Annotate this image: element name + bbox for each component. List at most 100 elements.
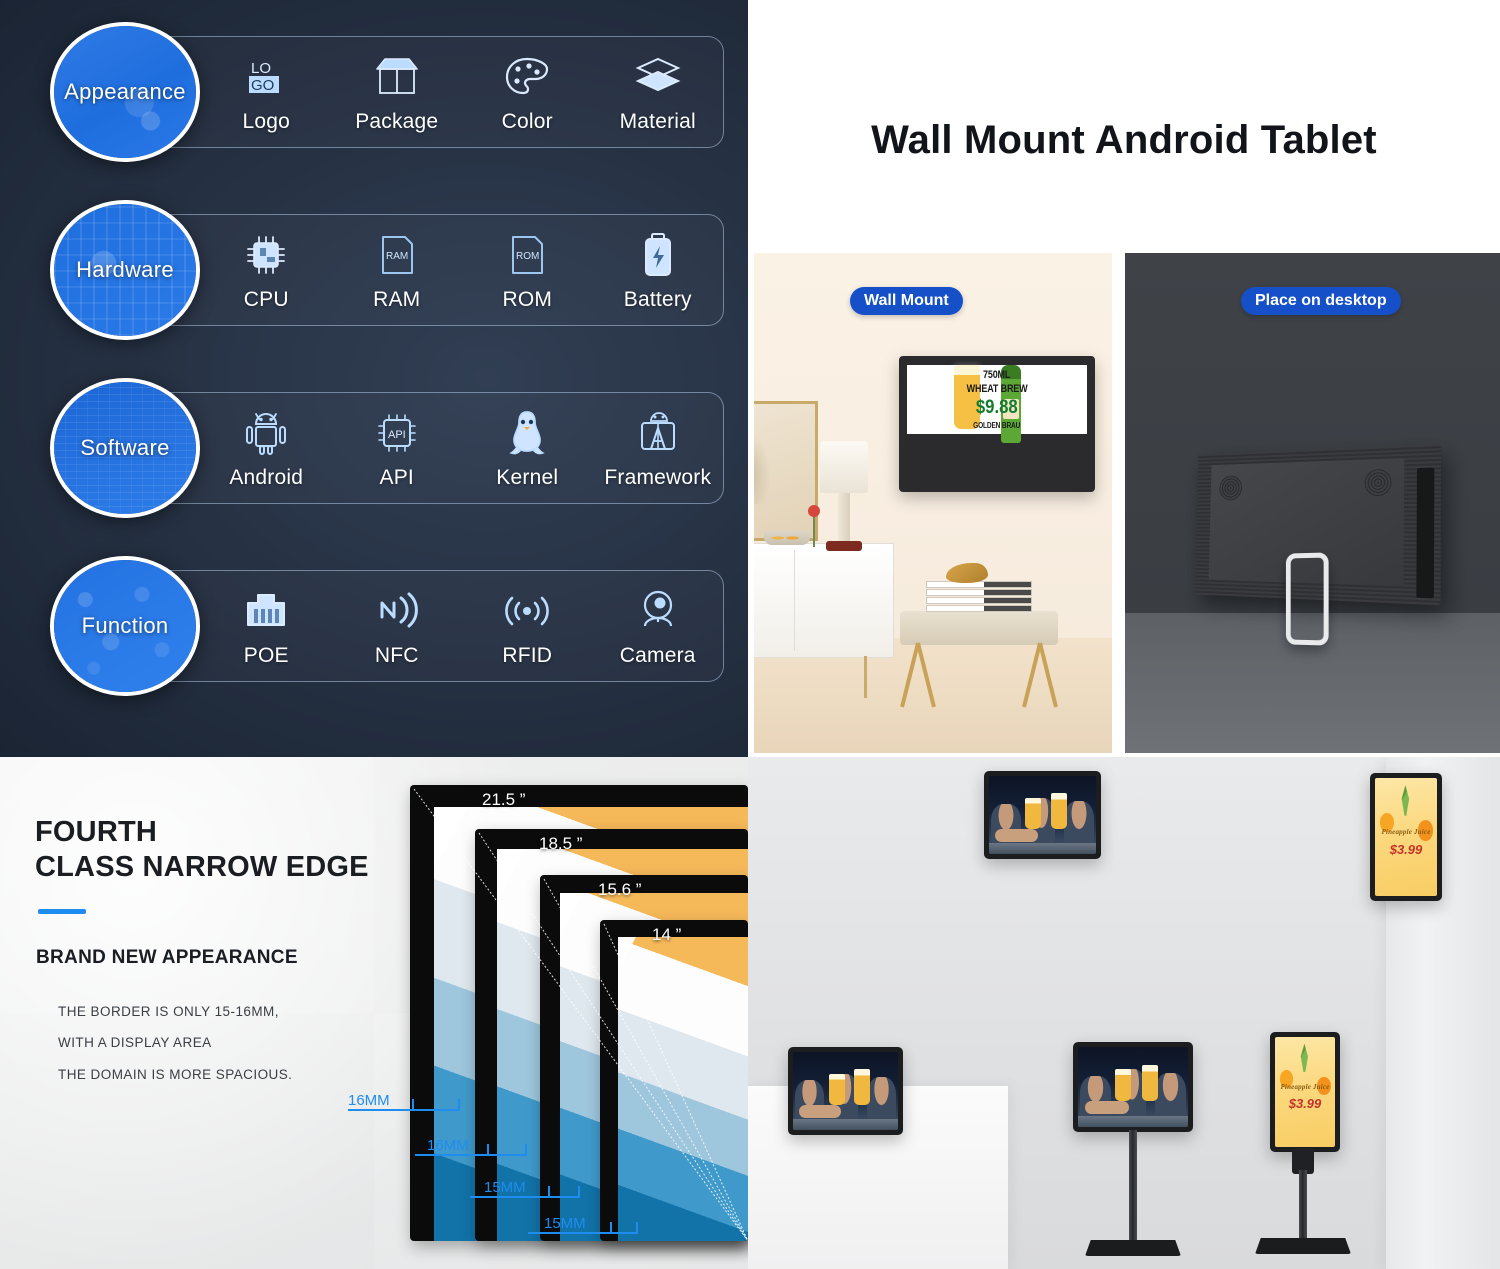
photo-wall-mount-scene: 750ML WHEAT BREW $9.88 GOLDEN BRAU Wall …: [754, 253, 1112, 753]
bar-scene-content: [1078, 1047, 1188, 1127]
stand-pole: [1129, 1130, 1137, 1242]
feature-item-rfid[interactable]: RFID: [462, 585, 593, 668]
svg-text:ROM: ROM: [516, 251, 539, 262]
beer-glass: [1115, 1069, 1132, 1102]
installation-scenes-panel: Pineapple Juice $3.99 Pineapple Juice $3…: [748, 757, 1500, 1269]
tablet-screen: [1078, 1047, 1188, 1127]
ad-product: WHEAT BREW: [966, 383, 1028, 395]
package-icon: [373, 51, 421, 103]
stand-tablet-portrait[interactable]: Pineapple Juice $3.99: [1270, 1032, 1340, 1152]
feature-item-material[interactable]: Material: [593, 51, 724, 134]
category-badge-software[interactable]: Software: [50, 378, 200, 518]
stand-pole: [1299, 1170, 1307, 1240]
feature-pill: Android API API Kernel Framework: [144, 392, 724, 504]
callout-rule: [470, 1196, 580, 1198]
svg-text:API: API: [388, 429, 406, 441]
callout-tick-start: [487, 1144, 489, 1156]
bar-counter: [1078, 1115, 1188, 1127]
feature-item-framework[interactable]: Framework: [593, 407, 724, 490]
juice-ad-title: Pineapple Juice: [1381, 827, 1431, 836]
feature-item-color[interactable]: Color: [462, 51, 593, 134]
bezel-body-line: THE DOMAIN IS MORE SPACIOUS.: [58, 1067, 293, 1082]
flower-vase: [806, 505, 824, 547]
category-label: Hardware: [76, 257, 174, 282]
badge-place-on-desktop: Place on desktop: [1241, 287, 1401, 315]
feature-label: Framework: [604, 465, 712, 489]
feature-item-poe[interactable]: POE: [201, 585, 332, 668]
photo-desktop-scene: Place on desktop: [1125, 253, 1500, 753]
rom-card-icon: ROM: [505, 229, 549, 281]
svg-text:LO: LO: [251, 60, 271, 77]
feature-label: ROM: [502, 287, 553, 311]
category-badge-function[interactable]: Function: [50, 556, 200, 696]
desktop-kickstand: [1285, 552, 1329, 646]
wall-mounted-tablet[interactable]: 750ML WHEAT BREW $9.88 GOLDEN BRAU: [899, 356, 1095, 492]
feature-item-ram[interactable]: RAM RAM: [332, 229, 463, 312]
wall-tablet-portrait[interactable]: Pineapple Juice $3.99: [1370, 773, 1442, 901]
lamp-shade: [820, 441, 868, 493]
tablet-screen: 750ML WHEAT BREW $9.88 GOLDEN BRAU: [907, 365, 1087, 443]
feature-item-logo[interactable]: LO GO Logo: [201, 51, 332, 134]
feature-label: Material: [619, 109, 696, 133]
feature-item-rom[interactable]: ROM ROM: [462, 229, 593, 312]
feature-item-android[interactable]: Android: [201, 407, 332, 490]
feature-item-camera[interactable]: Camera: [593, 585, 724, 668]
feature-item-cpu[interactable]: CPU: [201, 229, 332, 312]
bar-counter: [793, 1119, 898, 1130]
feature-label: Kernel: [496, 465, 559, 489]
diagonal-guide: [600, 920, 748, 1241]
feature-label: Color: [501, 109, 553, 133]
wall-tablet-landscape[interactable]: [984, 771, 1101, 859]
juice-ad-title: Pineapple Juice: [1280, 1083, 1330, 1092]
bezel-callout-label: 16MM: [348, 1092, 390, 1109]
bezel-subtitle: BRAND NEW APPEARANCE: [36, 947, 298, 968]
size-label: 21.5 ”: [482, 790, 526, 809]
feature-item-nfc[interactable]: NFC: [332, 585, 463, 668]
tablet-screen: [793, 1052, 898, 1130]
category-badge-appearance[interactable]: Appearance: [50, 22, 200, 162]
logo-icon: LO GO: [243, 51, 289, 103]
bar-scene-content: [989, 776, 1096, 854]
ethernet-port-icon: [242, 585, 290, 637]
feature-item-battery[interactable]: Battery: [593, 229, 724, 312]
cabinet-legs: [754, 656, 884, 698]
callout-tick-start: [548, 1186, 550, 1198]
feature-item-package[interactable]: Package: [332, 51, 463, 134]
feature-label: Android: [229, 465, 304, 489]
linux-penguin-icon: [505, 407, 549, 459]
feature-row-software: Android API API Kernel Framework Softwar…: [24, 378, 724, 518]
beer-glass: [1025, 797, 1042, 830]
feature-matrix-panel: LO GO Logo Package Color Material Appear…: [0, 0, 748, 757]
badge-wall-mount: Wall Mount: [850, 287, 963, 315]
lamp-foot: [826, 541, 862, 551]
android-robot-icon: [243, 407, 289, 459]
feature-item-kernel[interactable]: Kernel: [462, 407, 593, 490]
coffee-table-top: [900, 611, 1058, 645]
beer-glass: [1141, 1064, 1158, 1102]
floor-stand-portrait: Pineapple Juice $3.99: [1238, 1032, 1368, 1257]
size-label: 15.6 ”: [598, 880, 642, 899]
feature-label: NFC: [374, 643, 419, 667]
juice-advertisement: Pineapple Juice $3.99: [1375, 778, 1437, 896]
callout-tick-start: [412, 1099, 414, 1111]
stand-tablet-landscape[interactable]: [1073, 1042, 1193, 1132]
feature-pill: POE NFC RFID Camera: [144, 570, 724, 682]
lamp-base: [838, 493, 850, 547]
bezel-callout-16mm-b: 16MM: [415, 1130, 527, 1156]
bezel-body-line: WITH A DISPLAY AREA: [58, 1035, 212, 1050]
feature-pill: CPU RAM RAM ROM ROM Battery: [144, 214, 724, 326]
webcam-icon: [635, 585, 681, 637]
category-badge-hardware[interactable]: Hardware: [50, 200, 200, 340]
callout-tick-end: [458, 1099, 460, 1111]
feature-item-api[interactable]: API API: [332, 407, 463, 490]
counter-top-tablet[interactable]: [788, 1047, 903, 1135]
price-card: 750ML WHEAT BREW $9.88 GOLDEN BRAU: [907, 365, 1087, 434]
bezel-heading-line2: CLASS NARROW EDGE: [35, 851, 369, 884]
book-stack: [926, 581, 1032, 613]
bezel-callout-16mm-a: 16MM: [348, 1085, 460, 1111]
tablet-screen: Pineapple Juice $3.99: [1375, 778, 1437, 896]
pineapple-leaf: [1401, 785, 1410, 816]
accent-rule: [38, 909, 86, 914]
category-label: Function: [81, 613, 169, 638]
feature-label: API: [379, 465, 414, 489]
